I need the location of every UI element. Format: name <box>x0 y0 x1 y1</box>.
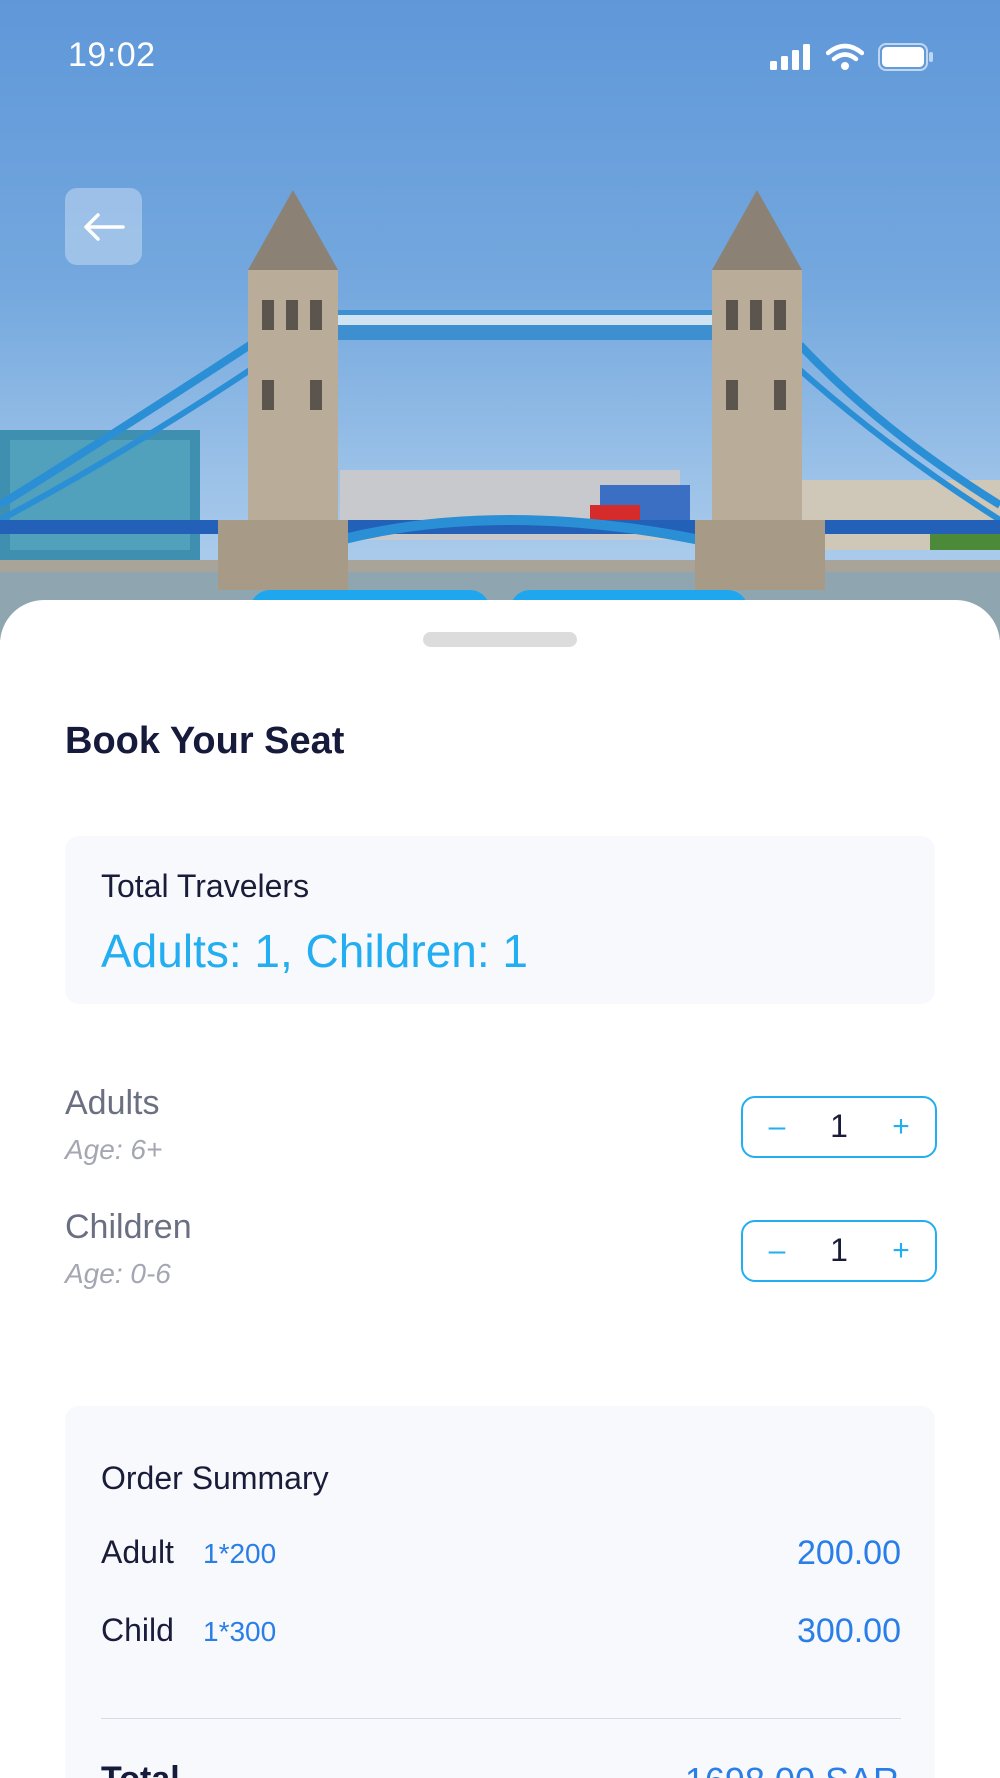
status-icons <box>770 40 934 74</box>
summary-divider <box>101 1718 901 1719</box>
children-stepper: – 1 + <box>741 1220 937 1282</box>
total-travelers-label: Total Travelers <box>101 868 310 904</box>
order-summary-title: Order Summary <box>101 1460 329 1496</box>
adults-decrement-button[interactable]: – <box>747 1098 807 1156</box>
children-decrement-button[interactable]: – <box>747 1222 807 1280</box>
total-label: Total <box>101 1760 180 1778</box>
summary-line-name: Child <box>101 1612 174 1648</box>
page-title: Book Your Seat <box>65 720 345 762</box>
children-increment-button[interactable]: + <box>871 1222 931 1280</box>
sheet-handle[interactable] <box>423 632 577 647</box>
back-button[interactable] <box>65 188 142 265</box>
adults-increment-button[interactable]: + <box>871 1098 931 1156</box>
children-age: Age: 0-6 <box>65 1258 171 1289</box>
children-count: 1 <box>830 1232 848 1268</box>
arrow-left-icon <box>83 212 125 241</box>
total-travelers-card: Total Travelers Adults: 1, Children: 1 <box>65 836 935 1004</box>
wifi-icon <box>826 43 864 70</box>
summary-line: Adult 1*200 200.00 <box>101 1534 901 1578</box>
summary-line-qty: 1*300 <box>203 1616 277 1647</box>
summary-line-amount: 200.00 <box>797 1534 901 1572</box>
battery-icon <box>878 43 933 71</box>
adults-stepper: – 1 + <box>741 1096 937 1158</box>
total-amount: 1698.00 SAR <box>685 1760 899 1778</box>
children-label: Children <box>65 1208 192 1246</box>
order-summary-card: Order Summary Adult 1*200 200.00 Child 1… <box>65 1406 935 1778</box>
adults-age: Age: 6+ <box>65 1134 163 1165</box>
summary-line-name: Adult <box>101 1534 174 1570</box>
status-bar: 19:02 <box>0 0 1000 115</box>
children-row: Children Age: 0-6 – 1 + <box>65 1208 937 1298</box>
booking-sheet: Book Your Seat Total Travelers Adults: 1… <box>0 600 1000 1778</box>
summary-line-amount: 300.00 <box>797 1612 901 1650</box>
adults-count: 1 <box>830 1108 848 1144</box>
status-time: 19:02 <box>68 36 156 74</box>
summary-line-qty: 1*200 <box>203 1538 277 1569</box>
signal-icon <box>770 44 810 70</box>
adults-row: Adults Age: 6+ – 1 + <box>65 1084 937 1174</box>
summary-line: Child 1*300 300.00 <box>101 1612 901 1656</box>
total-travelers-value: Adults: 1, Children: 1 <box>101 925 529 977</box>
adults-label: Adults <box>65 1084 160 1122</box>
